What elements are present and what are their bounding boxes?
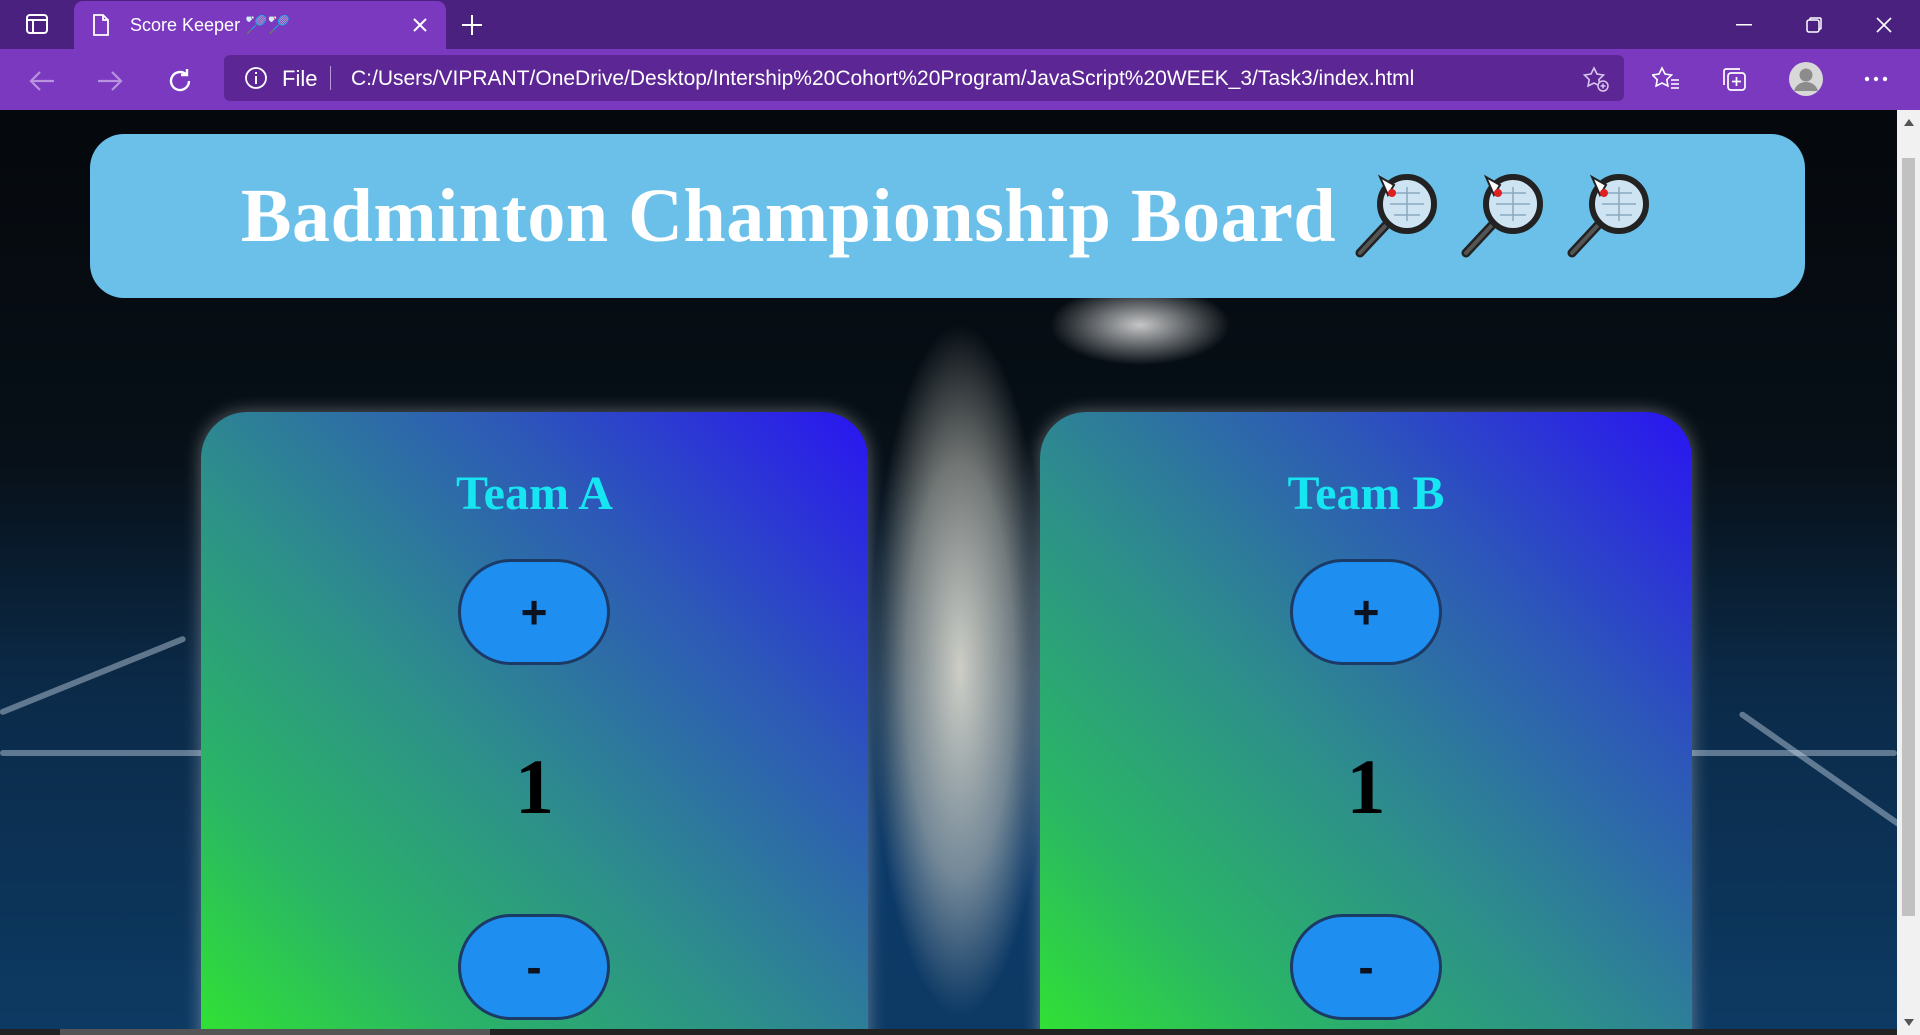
team-b-card: Team B + 1 - <box>1040 412 1692 1035</box>
badminton-icon <box>1461 174 1544 258</box>
collections-icon[interactable] <box>1716 61 1752 97</box>
forward-icon[interactable] <box>92 63 128 99</box>
tab-score-keeper[interactable]: Score Keeper 🏸🏸 <box>74 1 446 49</box>
browser-titlebar: Score Keeper 🏸🏸 <box>0 0 1920 49</box>
scroll-up-icon[interactable] <box>1902 116 1915 128</box>
profile-avatar[interactable] <box>1788 61 1824 97</box>
team-b-minus-button[interactable]: - <box>1290 914 1442 1020</box>
team-b-score: 1 <box>1346 743 1386 830</box>
scroll-down-icon[interactable] <box>1902 1016 1915 1028</box>
team-a-minus-button[interactable]: - <box>458 914 610 1020</box>
horizontal-scrollbar-thumb[interactable] <box>60 1029 490 1035</box>
new-tab-icon[interactable] <box>458 11 486 39</box>
url-text[interactable]: C:/Users/VIPRANT/OneDrive/Desktop/Inters… <box>351 67 1414 91</box>
address-separator <box>330 66 331 90</box>
tab-title: Score Keeper 🏸🏸 <box>130 14 290 35</box>
team-a-score: 1 <box>515 743 554 830</box>
court-line <box>1738 710 1897 831</box>
court-line <box>0 635 187 716</box>
badminton-icon <box>1567 174 1650 258</box>
page-title: Badminton Championship Board <box>240 173 1337 258</box>
more-icon[interactable] <box>1858 61 1894 97</box>
team-b-plus-button[interactable]: + <box>1290 559 1442 665</box>
team-a-card: Team A + 1 - <box>201 412 868 1035</box>
court-line <box>0 750 210 756</box>
horizontal-scrollbar[interactable] <box>0 1029 1897 1035</box>
add-favorite-icon[interactable] <box>1582 65 1610 93</box>
team-a-name: Team A <box>456 467 613 520</box>
scrollbar-thumb[interactable] <box>1902 158 1915 916</box>
address-scheme: File <box>282 66 318 91</box>
favorites-icon[interactable] <box>1648 61 1684 97</box>
page-icon <box>92 13 112 37</box>
header-banner: Badminton Championship Board <box>90 134 1805 298</box>
team-b-name: Team B <box>1287 467 1445 520</box>
window-close-icon[interactable] <box>1864 10 1904 40</box>
team-a-plus-button[interactable]: + <box>458 559 610 665</box>
close-icon[interactable] <box>408 13 432 37</box>
restore-icon[interactable] <box>1794 10 1834 40</box>
browser-toolbar: File C:/Users/VIPRANT/OneDrive/Desktop/I… <box>0 49 1920 110</box>
address-bar[interactable]: File C:/Users/VIPRANT/OneDrive/Desktop/I… <box>224 55 1624 101</box>
back-icon[interactable] <box>24 63 60 99</box>
vertical-scrollbar[interactable] <box>1897 110 1920 1035</box>
page-viewport: Badminton Championship Board Team A + 1 … <box>0 110 1897 1035</box>
info-icon[interactable] <box>244 66 268 90</box>
badminton-icon <box>1355 174 1438 258</box>
tab-actions-icon[interactable] <box>18 11 56 37</box>
refresh-icon[interactable] <box>162 63 198 99</box>
minimize-icon[interactable] <box>1724 10 1764 40</box>
